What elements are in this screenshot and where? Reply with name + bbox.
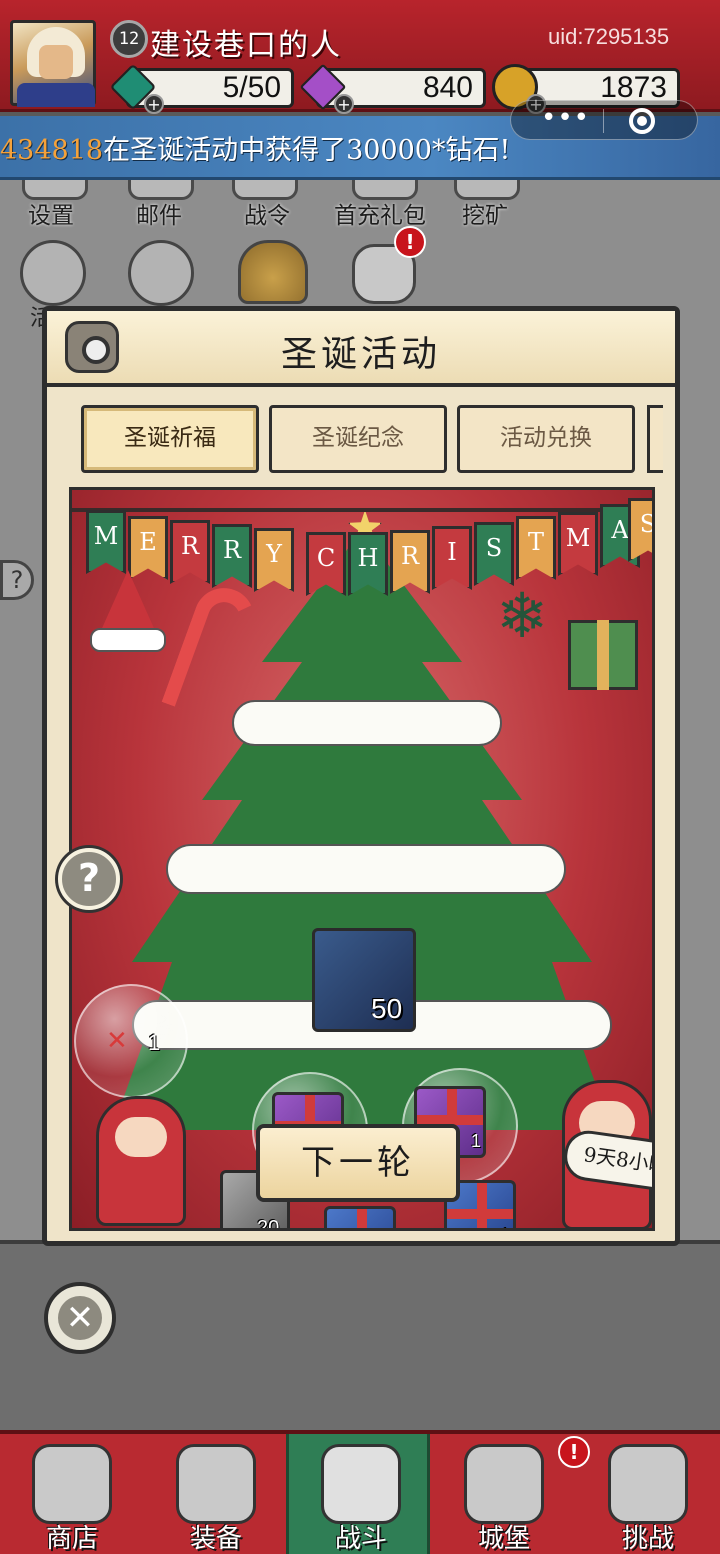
gift-count: 1 (471, 1131, 482, 1151)
menu-label-mining: 挖矿 (462, 203, 508, 229)
player-uid: uid:7295135 (548, 24, 670, 49)
close-modal-button[interactable]: ✕ (44, 1282, 116, 1354)
castle-tower-icon (464, 1444, 544, 1524)
gift-count: 1 (501, 1225, 511, 1228)
castle-alert-badge: ! (558, 1436, 590, 1468)
nav-challenge-label: 挑战 (621, 1524, 674, 1554)
hourglass-icon (128, 240, 194, 306)
candy-reward-bubble[interactable]: ✕ 1 (74, 984, 188, 1098)
menu-label-first-recharge: 首充礼包 (334, 203, 426, 229)
capsule-divider (603, 109, 604, 133)
banner-flag: R (170, 520, 210, 584)
locked-armor-icon (608, 1444, 688, 1524)
mini-program-capsule: ••• (510, 100, 698, 140)
menu-label-mail: 邮件 (136, 203, 182, 229)
nav-castle-label: 城堡 (477, 1524, 530, 1554)
wreath-icon (20, 240, 86, 306)
add-energy-button[interactable]: + (144, 94, 164, 114)
add-diamonds-button[interactable]: + (334, 94, 354, 114)
christmas-tree-scene: M E R R Y C H R I S T M A S ❄ ✕ 1 50 1 2… (69, 487, 655, 1231)
christmas-bell-icon (238, 240, 308, 304)
banner-flag: R (212, 524, 252, 588)
tab-christmas-blessing[interactable]: 圣诞祈福 (81, 405, 259, 473)
avatar-face (39, 45, 73, 79)
gift-bag-alert-badge: ! (394, 226, 426, 258)
skill-book-reward[interactable]: 50 (312, 928, 416, 1032)
tab-christmas-memorial[interactable]: 圣诞纪念 (269, 405, 447, 473)
avatar-cape (17, 83, 95, 107)
player-name: 建设巷口的人 (150, 28, 342, 63)
skill-book-count: 50 (371, 993, 403, 1024)
banner-flag: M (558, 512, 598, 576)
nav-equipment-label: 装备 (189, 1524, 242, 1554)
nav-castle[interactable]: 城堡 (432, 1434, 576, 1554)
diamond-value: 840 (422, 71, 473, 104)
blue-gift-reward[interactable]: 1 (324, 1206, 396, 1228)
banner-flag: Y (254, 528, 294, 592)
christmas-event-modal: 圣诞活动 圣诞祈福 圣诞纪念 活动兑换 M E R R Y C H R I S … (42, 306, 680, 1246)
banner-flag: S (474, 522, 514, 586)
banner-flag: S (628, 498, 652, 562)
candy-count: 1 (148, 1030, 161, 1055)
player-level-badge: 12 (110, 20, 148, 58)
bottom-navigation: 商店 装备 战斗 城堡 挑战 (0, 1430, 720, 1554)
next-round-button[interactable]: 下一轮 (256, 1124, 460, 1202)
banner-flag: E (128, 516, 168, 580)
tab-event-exchange[interactable]: 活动兑换 (457, 405, 635, 473)
nav-battle[interactable]: 战斗 (286, 1434, 430, 1554)
snow-layer (232, 700, 502, 746)
tab-overflow-edge[interactable] (647, 405, 663, 473)
candy-icon: ✕ (106, 1026, 128, 1056)
broadcast-text: 在圣诞活动中获得了30000*钻石! (103, 135, 511, 166)
exit-target-icon[interactable] (629, 108, 655, 134)
equipment-bag-icon (176, 1444, 256, 1524)
modal-header: 圣诞活动 (47, 311, 675, 387)
modal-title: 圣诞活动 (280, 334, 441, 375)
santa-left-character (96, 1096, 186, 1226)
close-icon: ✕ (58, 1296, 102, 1340)
snowflake-ornament-icon: ❄ (496, 579, 548, 652)
banner-flag: T (516, 516, 556, 580)
santa-hat-brim (90, 628, 166, 652)
nav-shop[interactable]: 商店 (0, 1434, 144, 1554)
broadcast-message: 434818在圣诞活动中获得了30000*钻石! (0, 128, 510, 167)
nav-equipment[interactable]: 装备 (144, 1434, 288, 1554)
hanging-gift-ornament (568, 620, 638, 690)
player-avatar[interactable] (10, 20, 96, 107)
broadcast-player-id: 434818 (0, 135, 104, 166)
menu-label-battle-pass: 战令 (244, 203, 290, 229)
banner-string (72, 508, 652, 512)
nav-challenge[interactable]: 挑战 (576, 1434, 720, 1554)
nav-shop-label: 商店 (45, 1524, 98, 1554)
more-options-icon[interactable]: ••• (541, 105, 590, 131)
snow-layer (166, 844, 566, 894)
help-question-button[interactable]: ? (58, 848, 120, 910)
banner-flag: I (432, 526, 472, 590)
banner-flag: M (86, 510, 126, 574)
banner-flag: R (390, 530, 430, 594)
gem-count: 20 (257, 1217, 280, 1231)
nav-battle-label: 战斗 (334, 1524, 387, 1554)
crossed-swords-icon (321, 1444, 401, 1524)
energy-value: 5/50 (222, 71, 281, 104)
menu-label-settings: 设置 (28, 203, 74, 229)
shop-house-icon (32, 1444, 112, 1524)
